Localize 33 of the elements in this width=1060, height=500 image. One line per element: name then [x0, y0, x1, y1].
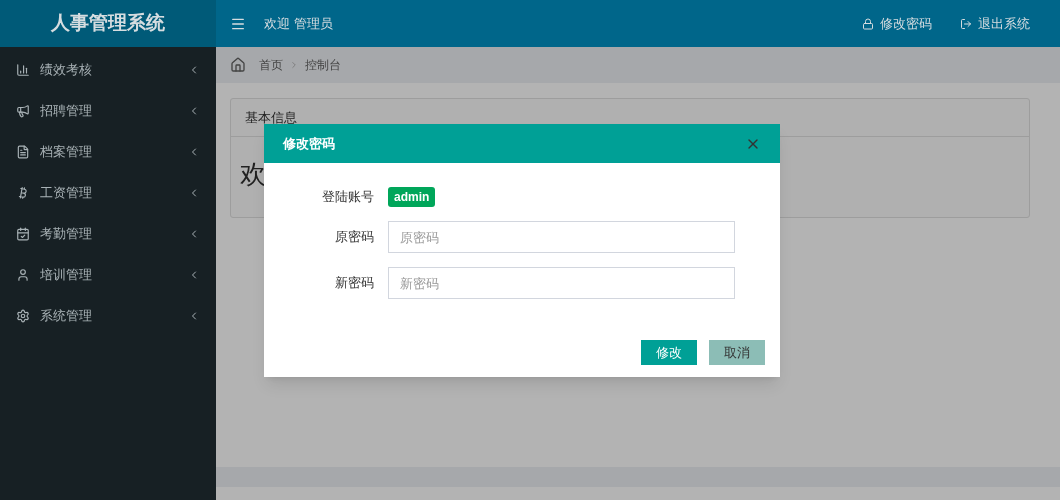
logout-icon: [960, 17, 972, 30]
sidebar-item[interactable]: 档案管理: [0, 131, 216, 172]
dialog-title: 修改密码: [283, 134, 335, 153]
home-icon[interactable]: [230, 57, 246, 73]
account-badge: admin: [388, 187, 436, 207]
header-link[interactable]: 修改密码: [862, 13, 932, 34]
password-field[interactable]: 原密码: [388, 221, 735, 253]
password-field[interactable]: 新密码: [388, 267, 735, 299]
bar-chart-icon: [16, 62, 30, 77]
settings-icon: [16, 308, 30, 323]
header-link[interactable]: 退出系统: [960, 13, 1030, 34]
welcome-text: 欢迎 管理员: [264, 14, 333, 33]
field-label: 原密码: [334, 228, 374, 247]
megaphone-icon: [16, 103, 30, 118]
cancel-button[interactable]: 取消: [709, 340, 765, 365]
field-label: 登陆账号: [321, 188, 374, 207]
calendar-icon: [16, 226, 30, 241]
lock-icon: [862, 17, 874, 30]
breadcrumb-link[interactable]: 首页: [259, 56, 283, 74]
chevron-icon: [289, 60, 299, 70]
sidebar-item[interactable]: 培训管理: [0, 254, 216, 295]
bitcoin-icon: [16, 185, 30, 200]
sidebar-item[interactable]: 绩效考核: [0, 49, 216, 90]
sidebar-item[interactable]: 系统管理: [0, 295, 216, 336]
field-label: 新密码: [334, 274, 374, 293]
document-icon: [16, 144, 30, 159]
sidebar-item[interactable]: 工资管理: [0, 172, 216, 213]
sidebar-item[interactable]: 招聘管理: [0, 90, 216, 131]
person-icon: [16, 267, 30, 282]
breadcrumb-link[interactable]: 控制台: [305, 56, 341, 74]
logo: 人事管理系统: [0, 0, 216, 47]
sidebar-item[interactable]: 考勤管理: [0, 213, 216, 254]
card-text: 欢: [239, 158, 267, 187]
